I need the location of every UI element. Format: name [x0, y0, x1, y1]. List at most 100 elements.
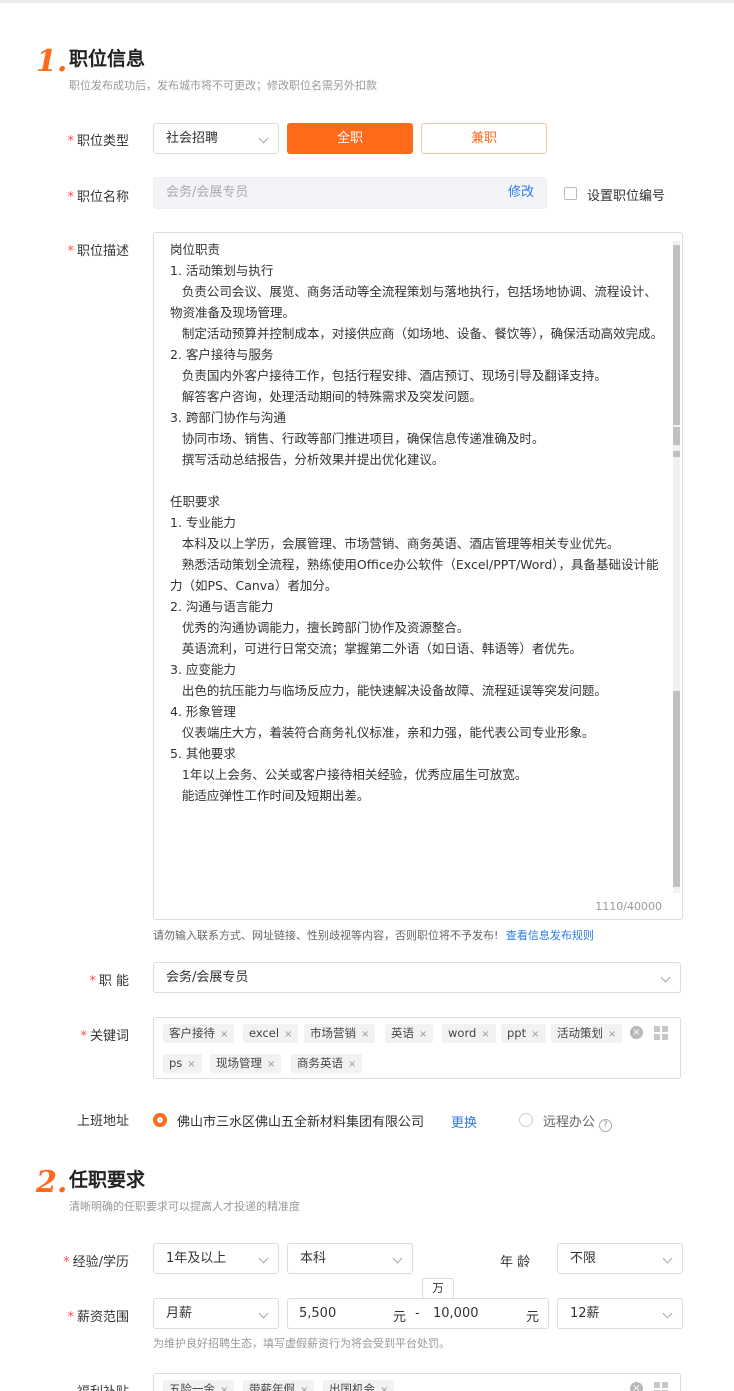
keyword-tag[interactable]: ps × [163, 1054, 202, 1073]
job-name-label: * 职位名称 [67, 190, 129, 205]
job-number-label: 设置职位编号 [587, 189, 666, 204]
keyword-tag[interactable]: ppt × [501, 1024, 546, 1043]
keyword-tag[interactable]: 英语 × [385, 1024, 434, 1043]
chevron-down-icon [662, 1308, 673, 1319]
benefit-tag[interactable]: 出国机会 × [323, 1380, 395, 1391]
salary-min-input[interactable]: 5,500 [299, 1306, 336, 1321]
close-icon[interactable]: × [220, 1029, 228, 1040]
keywords-box[interactable]: 客户接待 × excel × 市场营销 × 英语 × word × ppt × 活动策划 × … [153, 1017, 681, 1079]
keyword-tag[interactable]: excel × [243, 1024, 299, 1043]
chevron-down-icon [660, 972, 671, 983]
close-icon[interactable]: × [300, 1385, 308, 1391]
fulltime-button[interactable]: 全职 [287, 123, 413, 154]
close-icon[interactable]: × [348, 1059, 356, 1070]
salary-notice: 为维护良好招聘生态，填写虚假薪资行为将会受到平台处罚。 [153, 1337, 450, 1350]
close-icon[interactable]: × [187, 1059, 195, 1070]
remote-label: 远程办公? [543, 1111, 613, 1132]
job-type-label: * 职位类型 [67, 134, 129, 149]
parttime-button[interactable]: 兼职 [421, 123, 547, 154]
age-select[interactable]: 不限 [557, 1243, 683, 1274]
close-icon[interactable]: × [284, 1029, 292, 1040]
keyword-tag[interactable]: 市场营销 × [304, 1024, 376, 1043]
salary-type-value: 月薪 [166, 1306, 193, 1321]
salary-range-input[interactable]: 5,500 元 - 10,000 元 [287, 1298, 549, 1329]
job-number-checkbox[interactable] [564, 187, 577, 200]
chevron-down-icon [662, 1253, 673, 1264]
experience-value: 1年及以上 [166, 1251, 227, 1266]
job-name-input[interactable]: 会务/会展专员 修改 [153, 177, 547, 209]
desc-notice: 请勿输入联系方式、网址链接、性别歧视等内容，否则职位将不予发布! 查看信息发布规… [153, 929, 594, 942]
salary-dash: - [415, 1306, 420, 1321]
close-icon[interactable]: × [608, 1029, 616, 1040]
salary-months-select[interactable]: 12薪 [557, 1298, 683, 1329]
benefit-tag[interactable]: 五险一金 × [163, 1380, 235, 1391]
job-desc-textarea[interactable]: 岗位职责 1. 活动策划与执行 负责公司会议、展览、商务活动等全流程策划与落地执… [153, 232, 683, 920]
address-label: 上班地址 [76, 1114, 129, 1129]
change-address-link[interactable]: 更换 [451, 1112, 477, 1131]
section-subtitle: 职位发布成功后，发布城市将不可更改；修改职位名需另外扣款 [69, 79, 377, 92]
close-icon[interactable]: × [267, 1059, 275, 1070]
clear-icon[interactable]: × [630, 1026, 643, 1039]
close-icon[interactable]: × [531, 1029, 539, 1040]
salary-max-unit: 元 [526, 1310, 540, 1325]
function-select[interactable]: 会务/会展专员 [153, 962, 681, 993]
keyword-tag[interactable]: 客户接待 × [163, 1024, 235, 1043]
salary-months-value: 12薪 [570, 1306, 600, 1321]
scroll-thumb-segment [673, 427, 680, 445]
address-radio[interactable] [153, 1113, 167, 1127]
section-number: 1. [29, 44, 68, 81]
age-value: 不限 [570, 1251, 597, 1266]
salary-max-input[interactable]: 10,000 [433, 1306, 479, 1321]
job-desc-text: 岗位职责 1. 活动策划与执行 负责公司会议、展览、商务活动等全流程策划与落地执… [170, 242, 664, 803]
edit-job-name-link[interactable]: 修改 [508, 178, 534, 208]
close-icon[interactable]: × [220, 1385, 228, 1391]
job-type-select[interactable]: 社会招聘 [153, 123, 279, 154]
chevron-down-icon [258, 133, 269, 144]
top-divider [0, 0, 734, 3]
clear-icon[interactable]: × [630, 1382, 643, 1391]
unit-tooltip: 万 [422, 1278, 454, 1299]
salary-min-unit: 元 [393, 1310, 407, 1325]
benefit-tag[interactable]: 带薪年假 × [243, 1380, 315, 1391]
scroll-thumb[interactable] [673, 245, 680, 425]
function-value: 会务/会展专员 [166, 970, 249, 985]
job-type-value: 社会招聘 [166, 131, 219, 146]
keyword-tag[interactable]: 现场管理 × [210, 1054, 282, 1073]
scroll-thumb-segment [673, 451, 680, 457]
close-icon[interactable]: × [419, 1029, 427, 1040]
help-icon[interactable]: ? [599, 1119, 613, 1132]
experience-label: * 经验/学历 [63, 1255, 129, 1270]
grid-icon[interactable] [654, 1382, 668, 1391]
keywords-label: * 关键词 [80, 1029, 129, 1044]
benefits-box[interactable]: 五险一金 × 带薪年假 × 出国机会 × × [153, 1373, 681, 1391]
chevron-down-icon [258, 1308, 269, 1319]
salary-label: * 薪资范围 [67, 1310, 129, 1325]
publish-rules-link[interactable]: 查看信息发布规则 [506, 929, 594, 942]
salary-type-select[interactable]: 月薪 [153, 1298, 279, 1329]
education-select[interactable]: 本科 [287, 1243, 413, 1274]
close-icon[interactable]: × [361, 1029, 369, 1040]
keyword-tag[interactable]: 活动策划 × [551, 1024, 623, 1043]
section-subtitle: 清晰明确的任职要求可以提高人才投递的精准度 [69, 1200, 300, 1213]
keyword-tag[interactable]: 商务英语 × [291, 1054, 363, 1073]
address-value: 佛山市三水区佛山五全新材料集团有限公司 [177, 1115, 425, 1130]
chevron-down-icon [258, 1253, 269, 1264]
scroll-thumb-segment [673, 691, 680, 887]
section-title: 任职要求 [69, 1169, 146, 1191]
keyword-tag[interactable]: word × [442, 1024, 496, 1043]
section-number: 2. [29, 1165, 68, 1202]
job-name-placeholder: 会务/会展专员 [166, 185, 249, 200]
education-value: 本科 [300, 1251, 327, 1266]
remote-radio[interactable] [519, 1113, 533, 1127]
chevron-down-icon [392, 1253, 403, 1264]
experience-select[interactable]: 1年及以上 [153, 1243, 279, 1274]
age-label: 年 龄 [500, 1255, 531, 1270]
function-label: * 职 能 [89, 974, 129, 989]
grid-icon[interactable] [654, 1026, 668, 1040]
char-counter: 1110/40000 [595, 900, 662, 913]
benefits-label: 福利补贴 [77, 1381, 129, 1391]
close-icon[interactable]: × [481, 1029, 489, 1040]
close-icon[interactable]: × [380, 1385, 388, 1391]
job-desc-scrollbar[interactable] [673, 241, 680, 893]
section-title: 职位信息 [69, 48, 146, 70]
